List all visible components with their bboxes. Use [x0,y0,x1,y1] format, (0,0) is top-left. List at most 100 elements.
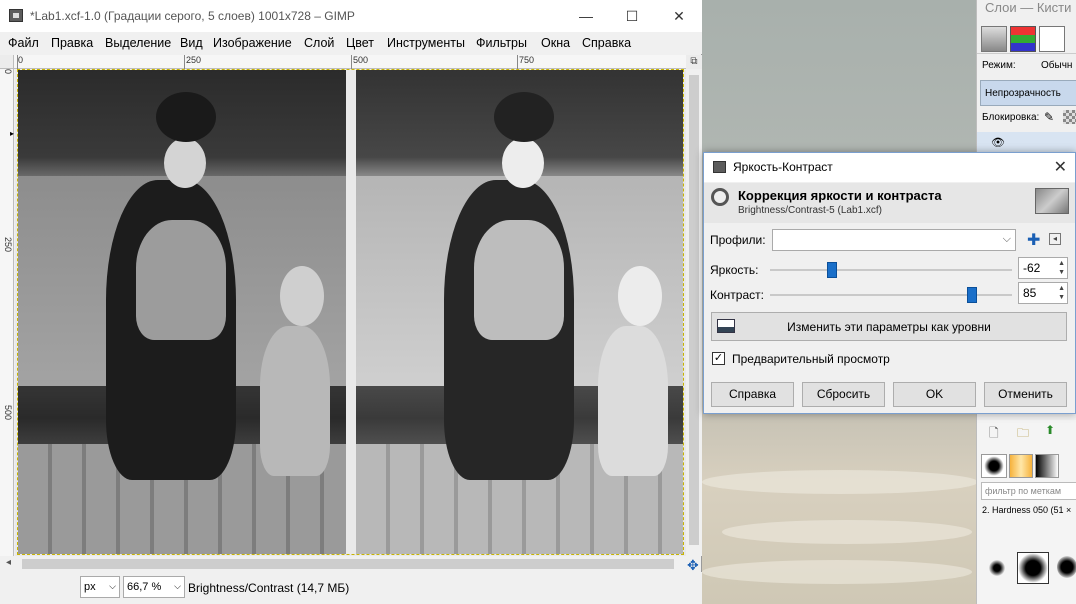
unit-select[interactable]: px ⌵ [80,576,120,598]
menu-tools[interactable]: Инструменты [387,36,465,50]
profiles-select[interactable]: ⌵ [772,229,1016,251]
maximize-button[interactable]: ☐ [617,6,647,26]
edit-as-levels-button[interactable]: Изменить эти параметры как уровни [711,312,1067,341]
opacity-label: Непрозрачность [985,88,1061,99]
raise-layer-icon[interactable]: ⬆ [1045,423,1055,437]
ruler-horizontal[interactable]: 0 250 500 750 [14,55,686,69]
contrast-slider-handle[interactable] [966,287,977,303]
new-layer-icon[interactable]: 🗋 [989,424,999,445]
ruler-label: 250 [3,237,13,253]
ruler-label: 0 [3,69,13,75]
window-titlebar[interactable]: *Lab1.xcf-1.0 (Градации серого, 5 слоев)… [0,0,702,32]
layer-row[interactable]: 👁 [977,132,1076,154]
brushes-panel: 🗋 🗀 ⬆ фильтр по меткам 2. Hardness 050 (… [977,420,1076,604]
dialog-titlebar[interactable]: Яркость-Контраст ✕ [704,153,1075,182]
contrast-spinbox[interactable]: 85 ▲ ▼ [1018,282,1068,304]
menu-view[interactable]: Вид [180,36,203,50]
brightness-spinbox[interactable]: -62 ▲ ▼ [1018,257,1068,279]
dialog-title: Яркость-Контраст [733,160,833,174]
brush-icon[interactable] [989,560,1005,576]
brush-filter-input[interactable]: фильтр по меткам [981,482,1076,500]
contrast-slider[interactable] [770,287,1012,303]
dialog-close-icon[interactable]: ✕ [1054,157,1067,177]
statusbar: px ⌵ 66,7 % ⌵ Brightness/Contrast (14,7 … [0,572,702,604]
add-preset-icon[interactable]: ✚ [1027,230,1040,250]
ruler-label: 500 [353,55,369,65]
profiles-label: Профили: [710,233,766,247]
cancel-button[interactable]: Отменить [984,382,1067,407]
mode-label: Режим: [982,60,1016,71]
checkmark-icon: ✓ [713,352,724,364]
ruler-marker-icon: ▸ [10,129,15,138]
preview-label[interactable]: Предварительный просмотр [732,352,890,366]
ok-button[interactable]: OK [893,382,976,407]
brightness-contrast-icon [711,188,729,206]
brightness-slider[interactable] [770,262,1012,278]
folder-icon[interactable]: 🗀 [1017,424,1029,445]
contrast-label: Контраст: [710,288,764,302]
selected-brush-icon[interactable] [1017,552,1049,584]
brightness-label: Яркость: [710,263,759,277]
paths-tab-icon[interactable] [1039,26,1065,52]
spin-arrows-icon[interactable]: ▲ ▼ [1058,284,1065,302]
status-message: Brightness/Contrast (14,7 МБ) [188,581,350,595]
pattern-swatch-icon[interactable] [1035,454,1059,478]
vertical-scrollbar[interactable] [686,69,702,556]
mode-value[interactable]: Обычн [1041,60,1072,71]
photo-adjusted [356,70,683,554]
ruler-label: 0 [18,55,24,65]
menu-help[interactable]: Справка [582,36,631,50]
navigate-icon[interactable]: ⧉ [686,55,702,69]
photo-original [18,70,346,554]
menubar: Файл Правка Выделение Вид Изображение Сл… [0,32,702,54]
dialog-heading: Коррекция яркости и контраста [738,188,942,203]
window-title: *Lab1.xcf-1.0 (Градации серого, 5 слоев)… [30,9,355,23]
layer-preview-thumbnail [1035,188,1069,214]
opacity-slider[interactable]: Непрозрачность [980,80,1076,106]
ruler-vertical[interactable]: 0 250 500 ▸ [0,69,14,556]
gradient-swatch-icon[interactable] [1009,454,1033,478]
reset-button[interactable]: Сбросить [802,382,885,407]
chevron-down-icon: ⌵ [174,581,181,591]
gimp-app-icon [713,161,726,173]
layers-tab-icon[interactable] [981,26,1007,52]
minimize-button[interactable]: — [571,6,601,26]
contrast-value: 85 [1023,286,1037,300]
brightness-value: -62 [1023,261,1041,275]
eye-icon[interactable]: 👁 [991,136,1005,149]
channels-tab-icon[interactable] [1010,26,1036,52]
brush-icon[interactable] [1057,556,1076,578]
brightness-contrast-dialog: Яркость-Контраст ✕ Коррекция яркости и к… [703,152,1076,414]
brush-name: 2. Hardness 050 (51 × [982,505,1072,515]
menu-layer[interactable]: Слой [304,36,334,50]
menu-filters[interactable]: Фильтры [476,36,527,50]
ruler-label: 250 [186,55,202,65]
image-canvas[interactable] [15,69,686,556]
unit-value: px [84,581,96,593]
lock-pixels-icon[interactable]: ✎ [1044,110,1054,124]
dock-title: Слои — Кисти [985,0,1072,15]
gimp-app-icon [9,9,23,22]
help-button[interactable]: Справка [711,382,794,407]
menu-windows[interactable]: Окна [541,36,570,50]
menu-image[interactable]: Изображение [213,36,292,50]
spin-arrows-icon[interactable]: ▲ ▼ [1058,259,1065,277]
zoom-select[interactable]: 66,7 % ⌵ [123,576,185,598]
chevron-down-icon: ⌵ [109,581,116,591]
menu-edit[interactable]: Правка [51,36,93,50]
quick-mask-corner[interactable] [0,55,14,69]
lock-alpha-icon[interactable] [1063,110,1076,124]
close-button[interactable]: ✕ [664,6,694,26]
menu-file[interactable]: Файл [8,36,39,50]
brush-swatch-icon[interactable] [981,454,1007,478]
chevron-down-icon: ⌵ [1002,233,1011,245]
preset-menu-icon[interactable]: ◂ [1049,233,1061,245]
dock-tabs [977,22,1076,54]
brightness-slider-handle[interactable] [826,262,837,278]
horizontal-scrollbar[interactable]: ◂ [0,556,686,572]
scroll-left-icon[interactable]: ◂ [6,557,11,568]
preview-checkbox[interactable]: ✓ [712,352,725,365]
zoom-value: 66,7 % [127,581,162,593]
menu-color[interactable]: Цвет [346,36,374,50]
menu-select[interactable]: Выделение [105,36,171,50]
